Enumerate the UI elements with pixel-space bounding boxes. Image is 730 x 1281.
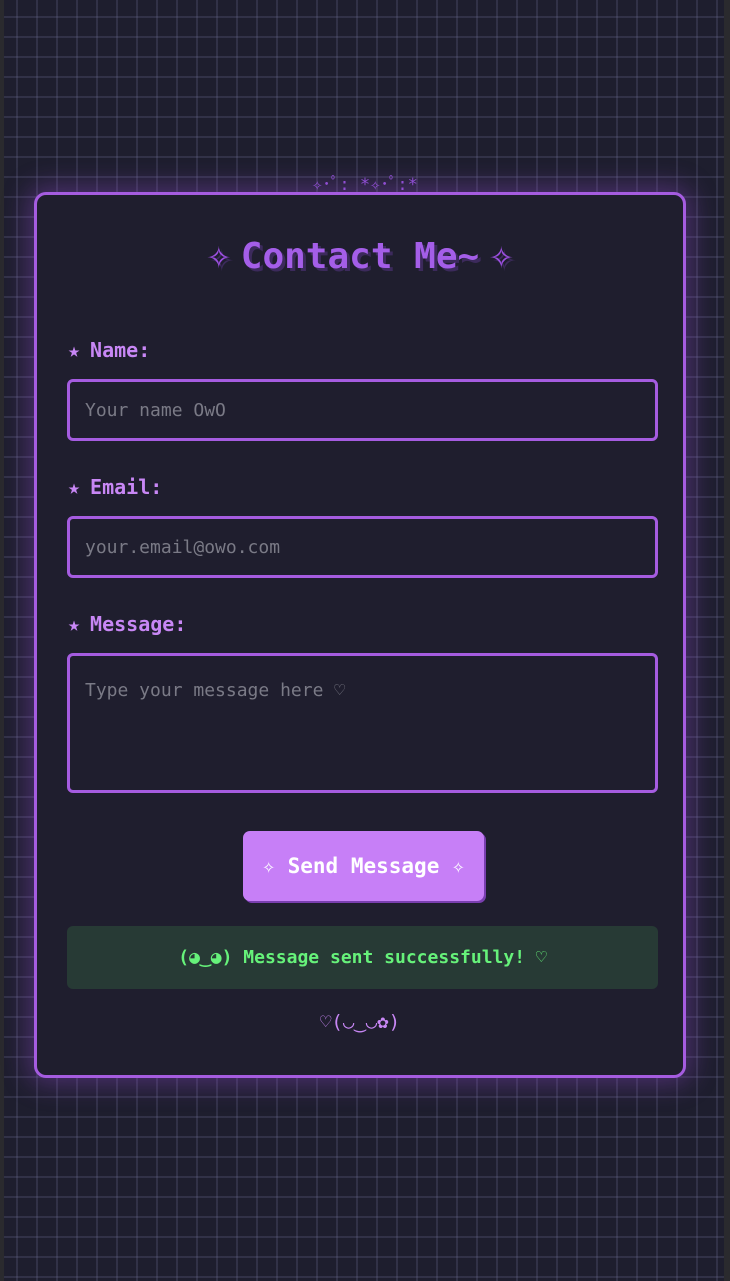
- message-textarea[interactable]: [67, 653, 658, 793]
- form-title: ✧ Contact Me~ ✧: [37, 232, 683, 281]
- sparkle-icon: ✧: [489, 232, 514, 278]
- contact-card: ✧Contact Me~✧ ★ Name: ★ Email: ★ Message: ✧…: [34, 192, 686, 1078]
- name-label: ★ Name:: [68, 338, 150, 362]
- email-input[interactable]: [67, 516, 658, 578]
- name-input[interactable]: [67, 379, 658, 441]
- message-label-text: Message:: [90, 612, 187, 636]
- success-message: (◕‿◕) Message sent successfully! ♡: [67, 926, 658, 989]
- footer-kaomoji: ♡(◡‿◡✿): [319, 1011, 401, 1033]
- name-label-text: Name:: [90, 338, 151, 362]
- email-label: ★ Email:: [68, 475, 162, 499]
- email-label-text: Email:: [90, 475, 163, 499]
- star-icon: ★: [68, 475, 81, 499]
- star-icon: ★: [68, 612, 81, 636]
- form-title-text: Contact Me~: [240, 236, 480, 277]
- sparkle-icon: ✧: [206, 232, 231, 278]
- send-message-button[interactable]: ✧ Send Message ✧: [243, 831, 484, 901]
- message-label: ★ Message:: [68, 612, 186, 636]
- star-icon: ★: [68, 338, 81, 362]
